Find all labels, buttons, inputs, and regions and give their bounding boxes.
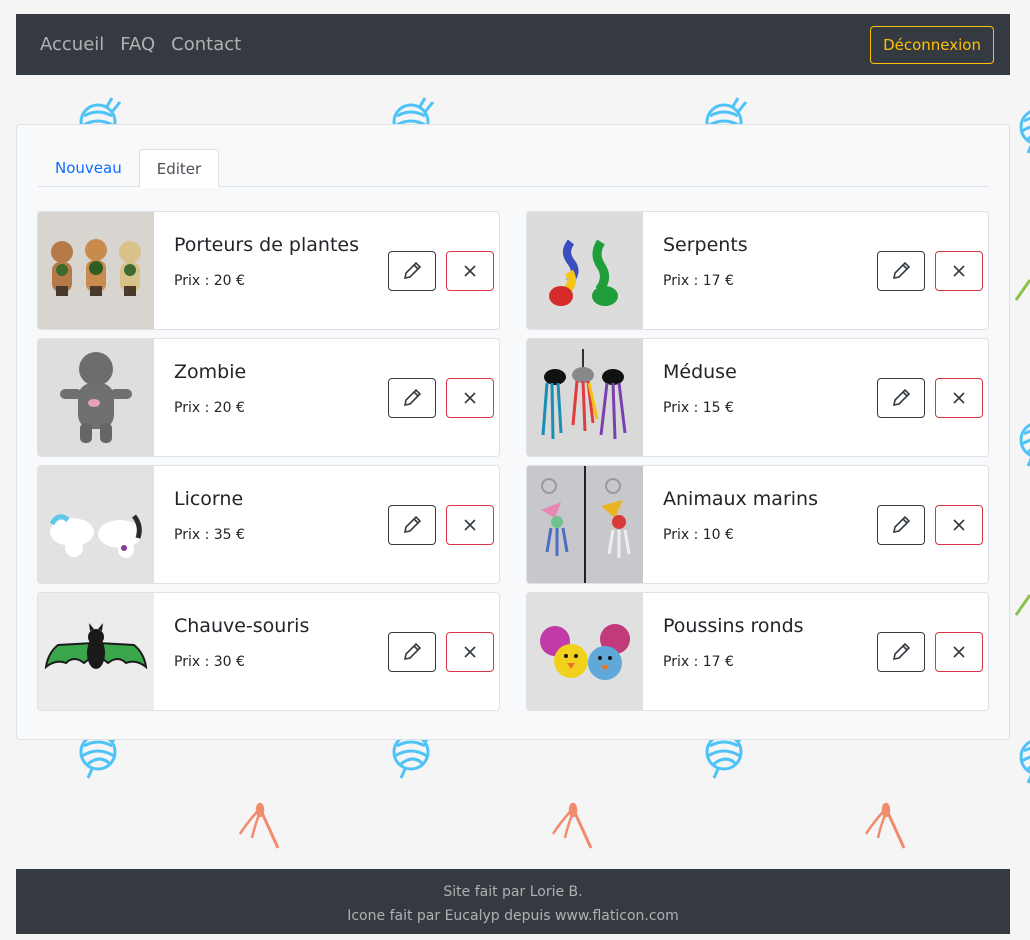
delete-button[interactable] [935, 378, 983, 418]
pencil-icon [403, 515, 422, 534]
product-image [527, 466, 643, 583]
edit-button[interactable] [877, 378, 925, 418]
product-name: Licorne [174, 488, 244, 510]
pencil-icon [892, 261, 911, 280]
product-price: Prix : 17 € [663, 273, 734, 289]
product-card: Porteurs de plantes Prix : 20 € [37, 211, 500, 330]
tab-bar: Nouveau Editer [38, 149, 989, 188]
close-icon [464, 392, 476, 404]
product-name: Zombie [174, 361, 247, 383]
product-card: Animaux marins Prix : 10 € [526, 465, 989, 584]
edit-button[interactable] [877, 505, 925, 545]
pencil-icon [403, 261, 422, 280]
close-icon [953, 519, 965, 531]
close-icon [464, 265, 476, 277]
delete-button[interactable] [935, 632, 983, 672]
pencil-icon [892, 642, 911, 661]
product-card: Méduse Prix : 15 € [526, 338, 989, 457]
needle-icon [551, 802, 593, 850]
needle-icon [1014, 279, 1030, 616]
product-price: Prix : 20 € [174, 273, 245, 289]
pencil-icon [403, 388, 422, 407]
delete-button[interactable] [446, 505, 494, 545]
product-name: Méduse [663, 361, 737, 383]
delete-button[interactable] [935, 505, 983, 545]
product-name: Animaux marins [663, 488, 818, 510]
nav-link-faq[interactable]: FAQ [120, 34, 155, 55]
product-image [38, 212, 154, 329]
product-image [527, 212, 643, 329]
product-card: Chauve-souris Prix : 30 € [37, 592, 500, 711]
close-icon [464, 646, 476, 658]
product-price: Prix : 20 € [174, 400, 245, 416]
product-price: Prix : 17 € [663, 654, 734, 670]
yarn-icon [1019, 414, 1030, 468]
delete-button[interactable] [446, 251, 494, 291]
navbar: Accueil FAQ Contact Déconnexion [16, 14, 1010, 75]
product-image [527, 593, 643, 710]
product-price: Prix : 10 € [663, 527, 734, 543]
products-panel: Nouveau Editer Porteurs de plantes Prix … [16, 124, 1010, 740]
nav-links: Accueil FAQ Contact [40, 34, 257, 55]
tab-editer[interactable]: Editer [138, 149, 220, 188]
edit-button[interactable] [388, 251, 436, 291]
product-image [38, 339, 154, 456]
product-image [38, 593, 154, 710]
footer: Site fait par Lorie B. Icone fait par Eu… [16, 869, 1010, 934]
edit-button[interactable] [877, 251, 925, 291]
yarn-icon [1019, 101, 1030, 155]
pencil-icon [892, 515, 911, 534]
product-name: Serpents [663, 234, 748, 256]
edit-button[interactable] [388, 378, 436, 418]
edit-button[interactable] [877, 632, 925, 672]
edit-button[interactable] [388, 505, 436, 545]
needle-icon [864, 802, 906, 850]
product-price: Prix : 35 € [174, 527, 245, 543]
needle-icon [238, 802, 280, 850]
yarn-icon [1019, 731, 1030, 785]
delete-button[interactable] [446, 378, 494, 418]
edit-button[interactable] [388, 632, 436, 672]
pencil-icon [892, 388, 911, 407]
close-icon [953, 646, 965, 658]
product-card: Zombie Prix : 20 € [37, 338, 500, 457]
close-icon [953, 265, 965, 277]
close-icon [953, 392, 965, 404]
tab-nouveau[interactable]: Nouveau [38, 149, 139, 187]
footer-icon-credit: Icone fait par Eucalyp depuis www.flatic… [347, 908, 679, 924]
pencil-icon [403, 642, 422, 661]
product-price: Prix : 15 € [663, 400, 734, 416]
product-card: Licorne Prix : 35 € [37, 465, 500, 584]
delete-button[interactable] [446, 632, 494, 672]
product-price: Prix : 30 € [174, 654, 245, 670]
product-image [38, 466, 154, 583]
product-image [527, 339, 643, 456]
product-name: Chauve-souris [174, 615, 310, 637]
logout-button[interactable]: Déconnexion [870, 25, 994, 64]
product-name: Porteurs de plantes [174, 234, 359, 256]
product-card: Serpents Prix : 17 € [526, 211, 989, 330]
delete-button[interactable] [935, 251, 983, 291]
footer-credit: Site fait par Lorie B. [443, 884, 583, 900]
nav-link-accueil[interactable]: Accueil [40, 34, 104, 55]
close-icon [464, 519, 476, 531]
product-card: Poussins ronds Prix : 17 € [526, 592, 989, 711]
product-name: Poussins ronds [663, 615, 804, 637]
nav-link-contact[interactable]: Contact [171, 34, 241, 55]
